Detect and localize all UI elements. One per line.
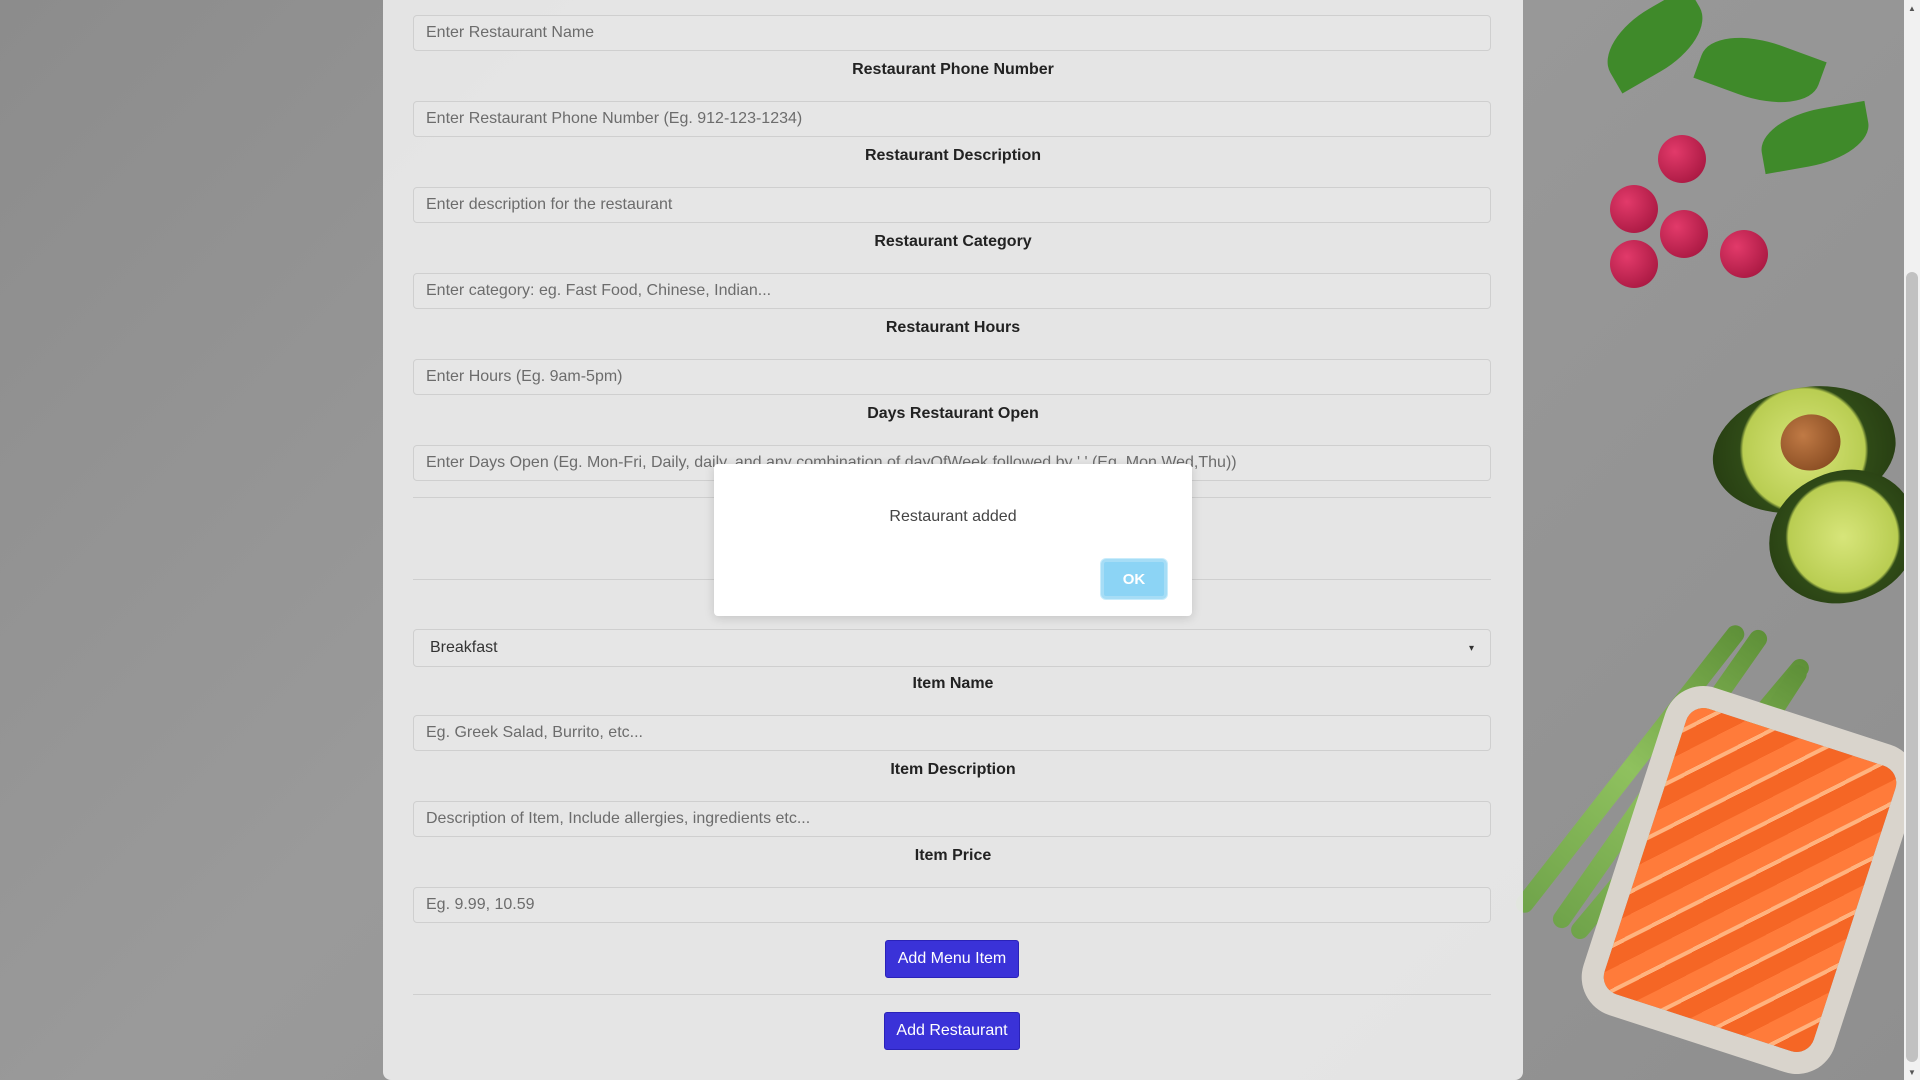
section-divider: [413, 994, 1491, 995]
item-name-label: Item Name: [912, 675, 994, 692]
radish-decoration: [1660, 210, 1708, 258]
dialog-message: Restaurant added: [889, 508, 1017, 525]
scrollbar-thumb[interactable]: [1906, 272, 1918, 1062]
category-input[interactable]: [413, 273, 1491, 309]
meal-type-select[interactable]: Breakfast ▾: [413, 629, 1491, 667]
hours-input[interactable]: [413, 359, 1491, 395]
phone-label: Restaurant Phone Number: [852, 61, 1054, 78]
radish-decoration: [1720, 230, 1768, 278]
category-label: Restaurant Category: [874, 233, 1032, 250]
hours-label: Restaurant Hours: [885, 319, 1021, 336]
radish-decoration: [1610, 185, 1658, 233]
meal-type-value: Breakfast: [430, 639, 498, 656]
add-menu-item-button[interactable]: Add Menu Item: [885, 940, 1019, 978]
scroll-up-icon[interactable]: ▲: [1904, 0, 1920, 16]
item-name-input[interactable]: [413, 715, 1491, 751]
scroll-down-icon[interactable]: ▼: [1904, 1064, 1920, 1080]
page-background: Restaurant Phone Number Restaurant Descr…: [0, 0, 1904, 1080]
leaf-decoration: [1693, 21, 1827, 119]
confirmation-dialog: Restaurant added OK: [714, 464, 1192, 616]
item-price-label: Item Price: [914, 847, 992, 864]
radish-decoration: [1610, 240, 1658, 288]
restaurant-name-input[interactable]: [413, 15, 1491, 51]
description-label: Restaurant Description: [864, 147, 1042, 164]
leaf-decoration: [1756, 100, 1874, 175]
days-open-label: Days Restaurant Open: [867, 405, 1039, 422]
radish-decoration: [1658, 135, 1706, 183]
item-description-label: Item Description: [890, 761, 1016, 778]
add-restaurant-button[interactable]: Add Restaurant: [884, 1012, 1020, 1050]
description-input[interactable]: [413, 187, 1491, 223]
item-description-input[interactable]: [413, 801, 1491, 837]
vertical-scrollbar[interactable]: ▲ ▼: [1904, 0, 1920, 1080]
phone-input[interactable]: [413, 101, 1491, 137]
item-price-input[interactable]: [413, 887, 1491, 923]
ok-button[interactable]: OK: [1101, 559, 1167, 599]
chevron-down-icon: ▾: [1468, 642, 1474, 654]
